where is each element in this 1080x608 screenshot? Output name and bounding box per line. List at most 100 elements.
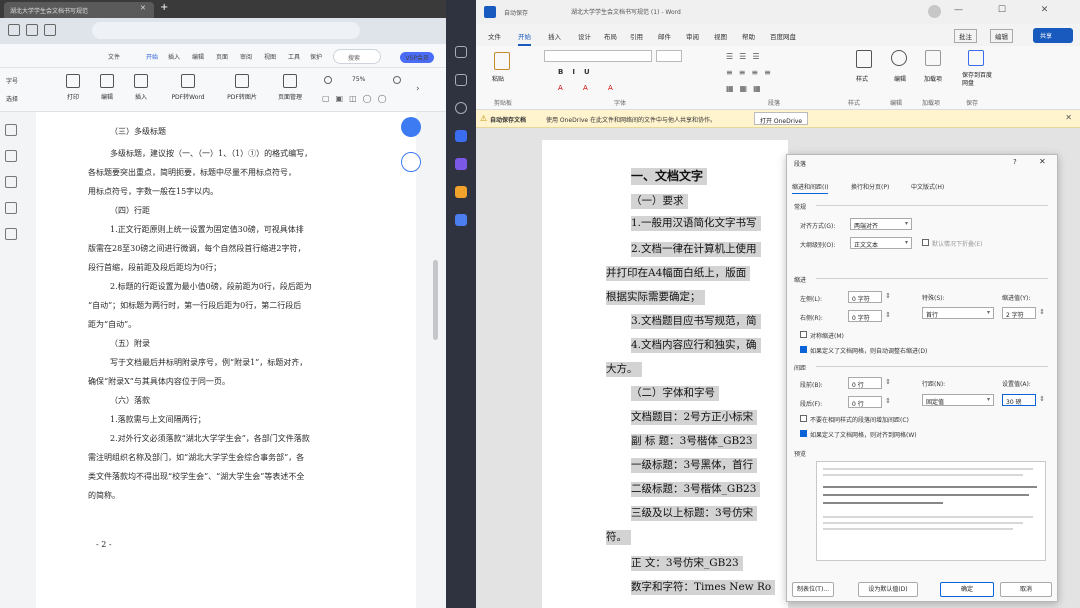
outline-level-select[interactable]: 正文文本 [850, 237, 912, 249]
font-color-icons[interactable]: A A A [558, 84, 622, 92]
tab-home[interactable]: 开始 [518, 31, 531, 46]
settings-icon[interactable] [455, 102, 467, 114]
doc-text-line[interactable]: 2.文档一律在计算机上使用 [631, 242, 761, 257]
space-after-input[interactable]: 0 行 [848, 396, 891, 408]
no-space-same-style-checkbox[interactable] [800, 415, 807, 422]
font-format-icons[interactable]: BIU [558, 68, 599, 76]
comment-icon[interactable] [5, 176, 17, 188]
app-icon-orange[interactable] [455, 186, 467, 198]
print-button[interactable]: 打印 [56, 74, 90, 101]
find-icon[interactable] [891, 50, 907, 66]
doc-text-line[interactable]: （二）字体和字号 [631, 386, 719, 401]
close-message-icon[interactable]: ✕ [1065, 113, 1072, 122]
tab-line-page-breaks[interactable]: 换行和分页(P) [851, 182, 889, 191]
view-mode-icons[interactable]: ▢▣◫◯◯ [322, 94, 402, 104]
special-indent-select[interactable]: 首行 [922, 307, 994, 319]
select-button[interactable]: 选择 [6, 94, 40, 103]
close-tab-icon[interactable]: ✕ [140, 4, 146, 12]
menu-review[interactable]: 审阅 [240, 52, 252, 61]
pdf-to-word-button[interactable]: PDF转Word [162, 74, 214, 101]
doc-text-line[interactable]: 符。 [606, 530, 631, 545]
tab-baidu-netdisk[interactable]: 百度网盘 [770, 31, 796, 41]
line-spacing-select[interactable]: 固定值 [922, 394, 994, 406]
page-manage-button[interactable]: 页面管理 [268, 74, 312, 101]
edit-group-button[interactable]: 编辑 [894, 74, 906, 83]
pdf-to-image-button[interactable]: PDF转图片 [216, 74, 268, 101]
auto-adjust-checkbox[interactable] [800, 346, 807, 353]
menu-insert[interactable]: 插入 [168, 52, 180, 61]
dialog-close-icon[interactable]: ✕ [1039, 157, 1046, 166]
tab-file[interactable]: 文件 [488, 31, 501, 41]
baidu-save-button[interactable]: 保存到百度网盘 [962, 72, 996, 88]
print-icon[interactable] [26, 24, 38, 36]
tab-references[interactable]: 引用 [630, 31, 643, 41]
doc-text-line[interactable]: 3.文档题目应书写规范，简 [631, 314, 761, 329]
avatar[interactable] [928, 5, 941, 18]
signature-icon[interactable] [5, 228, 17, 240]
menu-view[interactable]: 视图 [264, 52, 276, 61]
document-tab[interactable]: 湖北大学学生会文档书写规范 [4, 2, 154, 18]
attachment-icon[interactable] [5, 202, 17, 214]
tab-review[interactable]: 审阅 [686, 31, 699, 41]
doc-text-line[interactable]: 大方。 [606, 362, 642, 377]
tab-asian-typography[interactable]: 中文版式(H) [911, 182, 944, 191]
ai-assistant-icon[interactable] [401, 117, 421, 137]
doc-text-line[interactable]: 二级标题：3号楷体_GB23 [631, 482, 761, 497]
menu-tools[interactable]: 工具 [288, 52, 300, 61]
search-box[interactable]: 搜索 [333, 49, 381, 64]
app-icon-purple[interactable] [455, 158, 467, 170]
doc-text-line[interactable]: 数字和字符：Times New Ro [631, 580, 776, 595]
open-onedrive-button[interactable]: 打开 OneDrive [754, 112, 809, 125]
tab-layout[interactable]: 布局 [604, 31, 617, 41]
insert-button[interactable]: 插入 [124, 74, 158, 101]
document-path-box[interactable] [92, 22, 360, 39]
comments-button[interactable]: 批注 [954, 29, 977, 43]
zoom-in-icon[interactable] [393, 76, 401, 84]
menu-edit[interactable]: 编辑 [192, 52, 204, 61]
home-icon[interactable] [455, 74, 467, 86]
styles-button[interactable]: 样式 [856, 74, 868, 83]
space-before-input[interactable]: 0 行 [848, 377, 891, 389]
list-icons[interactable]: ☰☰☰ [726, 52, 766, 61]
tab-insert[interactable]: 插入 [548, 31, 561, 41]
help-icon[interactable]: ? [1013, 158, 1017, 166]
word-page[interactable] [542, 140, 788, 608]
menu-home[interactable]: 开始 [146, 52, 158, 61]
editing-button[interactable]: 编辑 [990, 29, 1013, 43]
save-icon[interactable] [8, 24, 20, 36]
snap-to-grid-checkbox[interactable] [800, 430, 807, 437]
doc-text-line[interactable]: 三级及以上标题：3号仿宋 [631, 506, 758, 521]
ok-button[interactable]: 确定 [940, 582, 994, 597]
set-default-button[interactable]: 设为默认值(D) [858, 582, 918, 597]
edit-button[interactable]: 编辑 [90, 74, 124, 101]
doc-text-line[interactable]: 文档题目：2号方正小标宋 [631, 410, 758, 425]
tab-indent-spacing[interactable]: 缩进和间距(I) [792, 182, 829, 194]
doc-text-line[interactable]: 根据实际需要确定； [606, 290, 705, 305]
paste-icon[interactable] [494, 52, 510, 70]
collapsed-checkbox[interactable] [922, 239, 929, 246]
app-icon-doc[interactable] [455, 214, 467, 226]
vip-badge[interactable]: VSP会员 [400, 52, 434, 63]
menu-page[interactable]: 页面 [216, 52, 228, 61]
doc-text-line[interactable]: 正 文：3号仿宋_GB23 [631, 556, 743, 571]
shading-icons[interactable]: ▦▦▦ [726, 84, 767, 93]
right-indent-input[interactable]: 0 字符 [848, 310, 891, 322]
doc-text-line[interactable]: 1.一般用汉语简化文字书写 [631, 216, 761, 231]
share-button[interactable]: 共享 [1033, 28, 1073, 43]
align-icons[interactable]: ≡≡≡≡ [726, 68, 777, 77]
tab-help[interactable]: 帮助 [742, 31, 755, 41]
baidu-save-icon[interactable] [968, 50, 984, 66]
zoom-out-icon[interactable] [324, 76, 332, 84]
left-scrollbar[interactable] [433, 260, 438, 340]
font-name-select[interactable] [544, 50, 652, 62]
menu-protect[interactable]: 保护 [310, 52, 322, 61]
doc-text-line[interactable]: 副 标 题：3号楷体_GB23 [631, 434, 757, 449]
styles-icon[interactable] [856, 50, 872, 68]
mirror-indent-checkbox[interactable] [800, 331, 807, 338]
zoom-level[interactable]: 75% [352, 76, 365, 83]
bookmark-icon[interactable] [5, 124, 17, 136]
doc-text-line[interactable]: （一）要求 [631, 194, 688, 209]
doc-text-line[interactable]: 并打印在A4幅面白纸上，版面 [606, 266, 751, 281]
tabs-button[interactable]: 制表位(T)... [792, 582, 834, 597]
left-indent-input[interactable]: 0 字符 [848, 291, 891, 303]
